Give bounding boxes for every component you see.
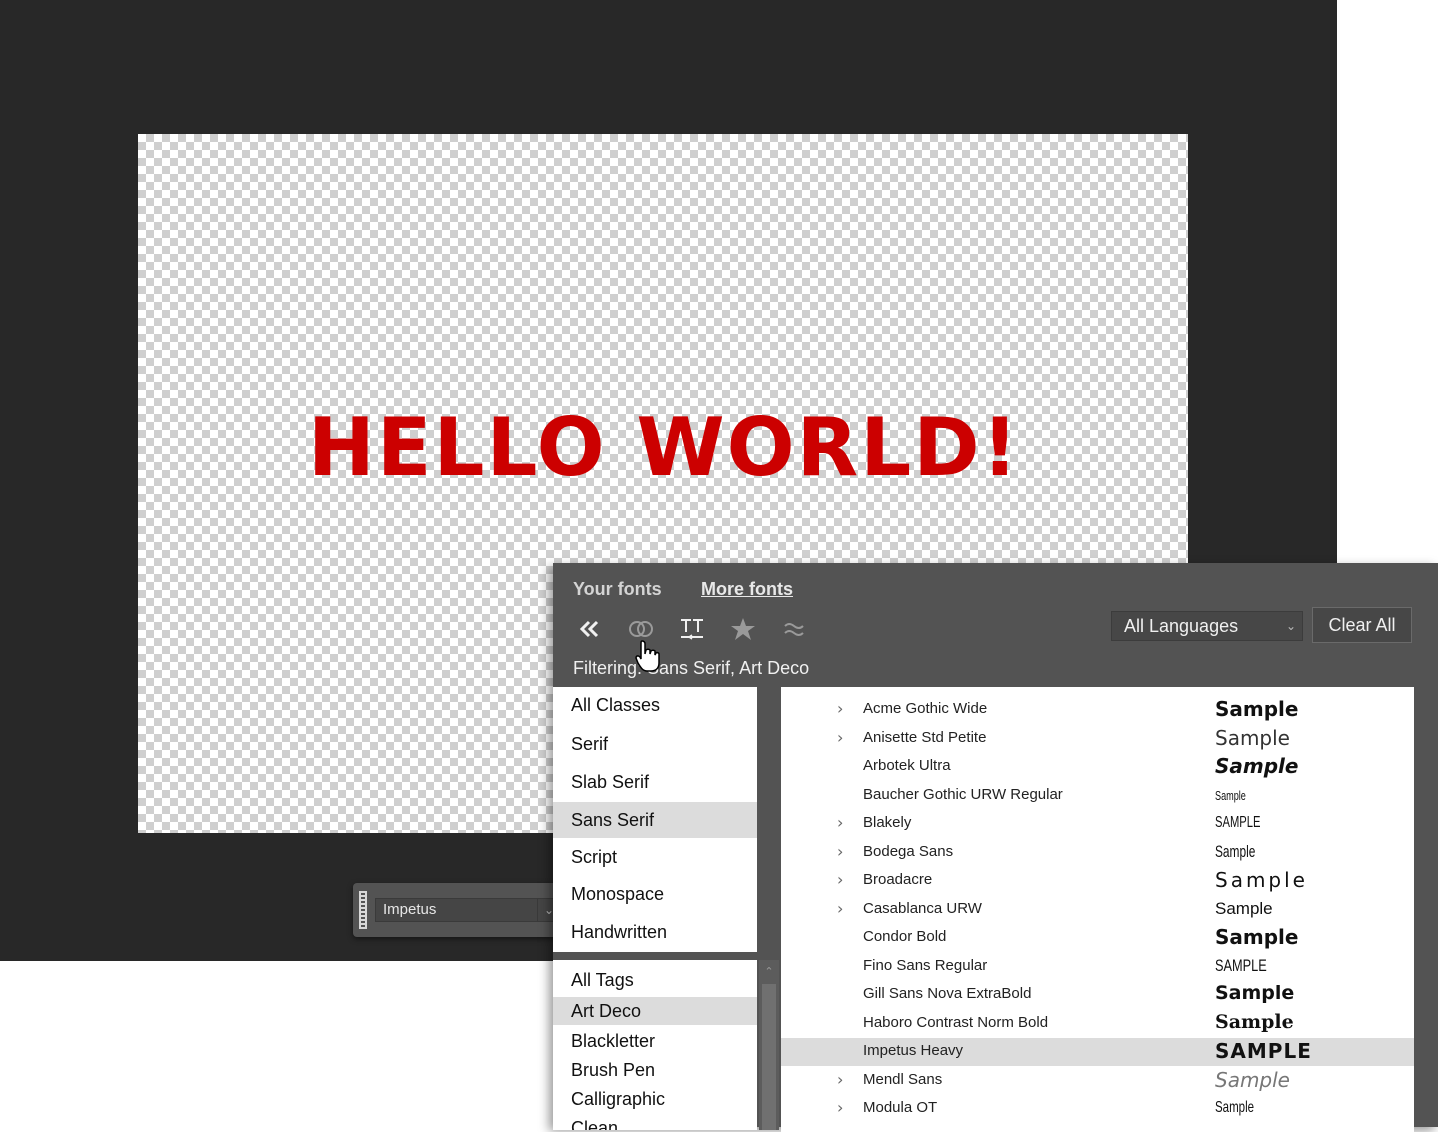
font-name: Condor Bold xyxy=(863,928,947,945)
font-sample: Sample xyxy=(1215,788,1246,803)
font-name: Anisette Std Petite xyxy=(863,729,987,746)
font-family-field[interactable]: Impetus ⌄ xyxy=(375,898,560,922)
class-item-handwritten[interactable]: Handwritten xyxy=(553,914,757,950)
chevron-right-icon[interactable]: › xyxy=(837,842,843,861)
font-sample: Sample xyxy=(1215,1011,1294,1033)
font-name: Mendl Sans xyxy=(863,1071,943,1088)
font-row[interactable]: Arbotek Ultra Sample xyxy=(781,753,1414,781)
font-sample: SAMPLE xyxy=(1215,956,1267,975)
drag-grip-icon[interactable] xyxy=(359,891,367,929)
font-sample: Sample xyxy=(1215,899,1273,918)
tab-your-fonts[interactable]: Your fonts xyxy=(573,579,662,600)
chevron-right-icon[interactable]: › xyxy=(837,813,843,832)
font-row[interactable]: Baucher Gothic URW Regular Sample xyxy=(781,782,1414,810)
font-name: Haboro Contrast Norm Bold xyxy=(863,1014,1049,1031)
font-row[interactable]: Fino Sans Regular SAMPLE xyxy=(781,953,1414,981)
tab-more-fonts[interactable]: More fonts xyxy=(701,579,793,600)
font-sample: SAMPLE xyxy=(1215,814,1261,831)
font-name: Broadacre xyxy=(863,871,933,888)
font-sample: Sample xyxy=(1215,754,1299,778)
similar-fonts-icon[interactable] xyxy=(677,614,707,644)
font-sample: SAMPLE xyxy=(1215,1039,1312,1063)
chevron-right-icon[interactable]: › xyxy=(837,1098,843,1117)
language-select[interactable]: All Languages ⌄ xyxy=(1111,611,1303,641)
chevron-right-icon[interactable]: › xyxy=(837,899,843,918)
tag-item-clean[interactable]: Clean xyxy=(553,1110,757,1130)
font-name: Impetus Heavy xyxy=(863,1042,964,1059)
font-name: Acme Gothic Wide xyxy=(863,700,988,717)
font-name: Gill Sans Nova ExtraBold xyxy=(863,985,1032,1002)
font-row[interactable]: › Broadacre Sample xyxy=(781,867,1414,895)
floating-font-toolbar: Impetus ⌄ xyxy=(353,883,563,937)
language-select-value: All Languages xyxy=(1124,616,1239,636)
font-name: Casablanca URW xyxy=(863,900,982,917)
font-sample: Sample xyxy=(1215,1068,1290,1092)
font-row[interactable]: › Casablanca URW Sample xyxy=(781,896,1414,924)
approx-icon[interactable] xyxy=(779,614,809,644)
fonts-list: › Acme Gothic Wide Sample › Anisette Std… xyxy=(781,687,1414,1132)
font-row[interactable]: › Acme Gothic Wide Sample xyxy=(781,696,1414,724)
font-name: Modula OT xyxy=(863,1099,938,1116)
class-item-all-classes[interactable]: All Classes xyxy=(553,687,757,723)
font-row[interactable]: Gill Sans Nova ExtraBold Sample xyxy=(781,981,1414,1009)
clear-all-button[interactable]: Clear All xyxy=(1312,607,1412,643)
font-sample: Sample xyxy=(1215,868,1308,892)
class-item-slab-serif[interactable]: Slab Serif xyxy=(553,764,757,800)
chevron-right-icon[interactable]: › xyxy=(837,1070,843,1089)
font-name: Arbotek Ultra xyxy=(863,757,951,774)
font-row-selected[interactable]: Impetus Heavy SAMPLE xyxy=(781,1038,1414,1066)
class-item-monospace[interactable]: Monospace xyxy=(553,876,757,912)
font-sample: Sample xyxy=(1215,925,1299,949)
font-picker-panel: Your fonts More fonts All Languages ⌄ Cl… xyxy=(553,563,1438,1132)
font-row[interactable]: › Anisette Std Petite Sample xyxy=(781,725,1414,753)
font-name: Blakely xyxy=(863,814,912,831)
font-classes-list: All Classes Serif Slab Serif Sans Serif … xyxy=(553,687,757,952)
tag-item-all-tags[interactable]: All Tags xyxy=(553,962,757,998)
font-sample: Sample xyxy=(1215,697,1299,721)
chevron-right-icon[interactable]: › xyxy=(837,870,843,889)
font-family-value: Impetus xyxy=(383,901,437,918)
font-name: Baucher Gothic URW Regular xyxy=(863,786,1063,803)
canvas-text-layer[interactable]: HELLO WORLD! xyxy=(268,401,1060,494)
tag-item-art-deco[interactable]: Art Deco xyxy=(553,997,757,1025)
chevron-right-icon[interactable]: › xyxy=(837,699,843,718)
font-sample: Sample xyxy=(1215,726,1290,750)
filter-status-text: Filtering: Sans Serif, Art Deco xyxy=(573,658,810,678)
chevron-right-icon[interactable]: › xyxy=(837,728,843,747)
class-item-serif[interactable]: Serif xyxy=(553,726,757,762)
font-sample: Sample xyxy=(1215,1099,1255,1116)
font-row[interactable]: › Blakely SAMPLE xyxy=(781,810,1414,838)
scroll-up-icon[interactable]: ⌃ xyxy=(759,960,779,980)
tags-scrollbar[interactable]: ⌃ xyxy=(759,960,779,1130)
font-sample: Sample xyxy=(1215,842,1256,861)
scrollbar-thumb[interactable] xyxy=(762,984,776,1130)
double-chevron-left-icon[interactable] xyxy=(575,614,605,644)
font-row[interactable]: › Modula OT Sample xyxy=(781,1095,1414,1123)
font-name: Bodega Sans xyxy=(863,843,954,860)
class-item-sans-serif[interactable]: Sans Serif xyxy=(553,802,757,838)
font-tags-list: All Tags Art Deco Blackletter Brush Pen … xyxy=(553,960,757,1130)
font-row[interactable]: › Mendl Sans Sample xyxy=(781,1067,1414,1095)
font-row[interactable]: Condor Bold Sample xyxy=(781,924,1414,952)
hand-cursor-icon xyxy=(635,639,661,673)
font-name: Fino Sans Regular xyxy=(863,957,988,974)
star-icon[interactable] xyxy=(728,614,758,644)
font-sample: Sample xyxy=(1215,982,1295,1004)
font-row[interactable]: › Bodega Sans Sample xyxy=(781,839,1414,867)
font-row[interactable]: Haboro Contrast Norm Bold Sample xyxy=(781,1010,1414,1038)
chevron-down-icon: ⌄ xyxy=(1285,619,1296,633)
class-item-script[interactable]: Script xyxy=(553,839,757,875)
